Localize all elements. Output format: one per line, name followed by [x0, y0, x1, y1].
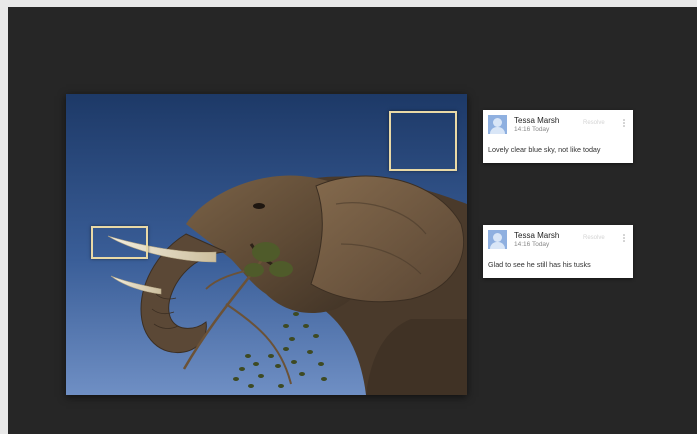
comment-region-tusks[interactable]: [91, 226, 148, 259]
comment-text: Lovely clear blue sky, not like today: [488, 145, 601, 154]
resolve-button[interactable]: Resolve: [583, 235, 605, 241]
comment-text: Glad to see he still has his tusks: [488, 260, 591, 269]
resolve-button[interactable]: Resolve: [583, 120, 605, 126]
elephant-photo: [66, 94, 467, 395]
image-viewer: Tessa Marsh 14:16 Today Resolve Lovely c…: [8, 7, 697, 434]
comment-card[interactable]: Tessa Marsh 14:16 Today Resolve Lovely c…: [483, 110, 633, 163]
more-options-icon[interactable]: [622, 234, 626, 244]
user-avatar-icon: [488, 230, 507, 249]
comment-region-sky[interactable]: [389, 111, 457, 171]
user-avatar-icon: [488, 115, 507, 134]
comment-timestamp: 14:16 Today: [514, 241, 550, 248]
more-options-icon[interactable]: [622, 119, 626, 129]
comment-author: Tessa Marsh: [514, 231, 560, 240]
comment-timestamp: 14:16 Today: [514, 126, 550, 133]
comment-card[interactable]: Tessa Marsh 14:16 Today Resolve Glad to …: [483, 225, 633, 278]
comment-author: Tessa Marsh: [514, 116, 560, 125]
